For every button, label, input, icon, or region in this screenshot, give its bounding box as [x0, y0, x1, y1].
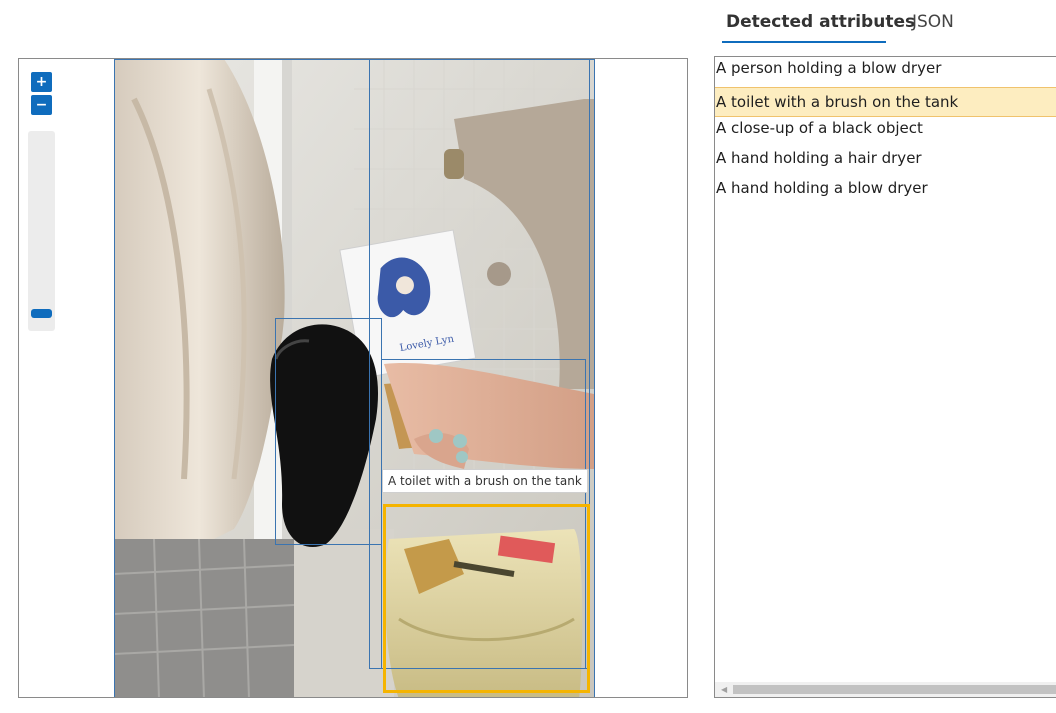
horizontal-scrollbar[interactable]: ◀: [715, 682, 1056, 697]
scroll-left-arrow-icon[interactable]: ◀: [721, 685, 727, 694]
tab-bar: Detected attributes JSON: [722, 0, 1056, 44]
attribute-list-item[interactable]: A person holding a blow dryer: [715, 57, 1056, 87]
tab-detected-attributes[interactable]: Detected attributes: [726, 12, 915, 42]
bbox-toilet-with-brush[interactable]: [383, 504, 590, 693]
scrollbar-thumb[interactable]: [733, 685, 1056, 694]
attribute-list-item[interactable]: A toilet with a brush on the tank: [715, 87, 1056, 117]
attribute-list-item[interactable]: A close-up of a black object: [715, 117, 1056, 147]
active-tab-indicator: [722, 41, 886, 43]
zoom-slider-thumb[interactable]: [31, 309, 52, 318]
attributes-list: A person holding a blow dryer A toilet wi…: [714, 56, 1056, 698]
bbox-tooltip: A toilet with a brush on the tank: [382, 469, 588, 493]
attribute-list-item[interactable]: A hand holding a hair dryer: [715, 147, 1056, 177]
tab-json[interactable]: JSON: [912, 12, 954, 42]
image-viewer: + − Lovely Lyn A toilet with a brush on …: [18, 58, 688, 698]
zoom-out-button[interactable]: −: [31, 95, 52, 115]
bbox-hand-holding-hair-dryer[interactable]: [275, 318, 382, 545]
zoom-slider[interactable]: [28, 131, 55, 331]
zoom-in-button[interactable]: +: [31, 72, 52, 92]
attribute-list-item[interactable]: A hand holding a blow dryer: [715, 177, 1056, 207]
